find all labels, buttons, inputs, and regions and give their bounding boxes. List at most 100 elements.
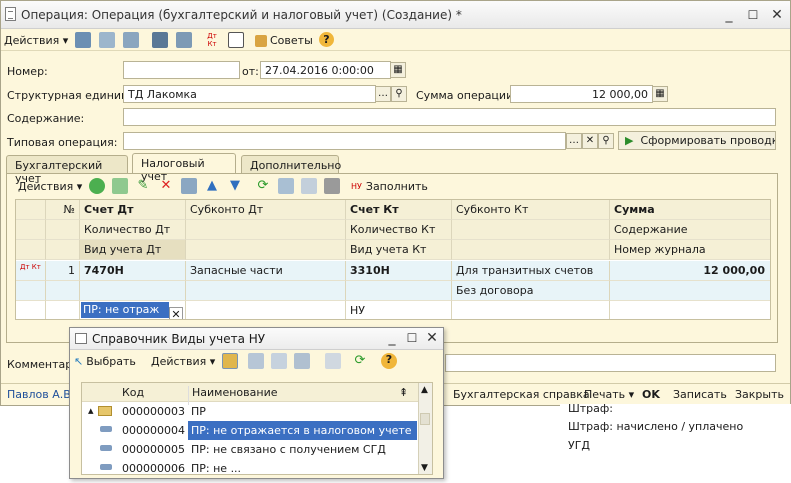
tab-tax[interactable]: Налоговый учет [132,153,236,183]
cell-sub-kt-2[interactable]: Без договора [452,281,610,301]
dialog-actions-menu[interactable]: Действия ▾ [151,353,215,370]
cell-qty-kt[interactable] [346,281,452,301]
help-icon[interactable]: ? [381,353,397,369]
cell-sum[interactable]: 12 000,00 [610,261,770,281]
col-sub-dt-header: Субконто Дт [186,200,346,220]
date-field[interactable]: 27.04.2016 0:00:00 [260,61,391,79]
cell-acc-dt[interactable]: 7470Н [80,261,186,281]
cell-empty [186,281,346,301]
cell-empty [452,301,610,319]
refresh-icon[interactable]: ⟳ [352,353,368,369]
fill-button[interactable]: НУ Заполнить [351,178,428,195]
tab-accounting[interactable]: Бухгалтерский учет [6,155,128,185]
list-item[interactable]: ▴ 000000003 ПР [82,402,419,421]
structure-icon[interactable] [176,32,192,48]
minimize-button[interactable]: _ [721,7,737,23]
fill-label: Заполнить [365,180,428,193]
entries-grid[interactable]: № Счет Дт Субконто Дт Счет Кт Субконто К… [15,199,771,320]
copy-icon[interactable] [123,32,139,48]
edit-icon[interactable]: ✎ [135,178,151,194]
unpost-icon[interactable] [99,32,115,48]
cell-vid-kt[interactable]: НУ [346,301,452,319]
cell-journal[interactable] [610,301,770,319]
delete-icon[interactable]: ✕ [158,178,174,194]
select-button[interactable]: … [566,133,582,149]
grid-actions-menu[interactable]: Действия ▾ [18,178,82,195]
tips-button[interactable]: Советы [255,32,313,49]
comment-field[interactable] [445,354,776,372]
report-icon[interactable] [228,32,244,48]
content-field[interactable] [123,108,776,126]
list-icon[interactable] [152,32,168,48]
dialog-list[interactable]: Код Наименование ⇞ ▴ 000000003 ПР 000000… [81,382,433,475]
filter-icon[interactable] [301,178,317,194]
generate-entries-button[interactable]: ▶ Сформировать проводки [618,131,776,150]
cell-sub-dt[interactable]: Запасные части [186,261,346,281]
scroll-down-icon[interactable]: ▼ [421,463,428,473]
add-row-icon[interactable] [89,178,105,194]
search-icon[interactable]: ⚲ [598,133,614,149]
save-button[interactable]: Записать [673,388,727,401]
row-number[interactable]: 1 [46,261,80,281]
print-menu[interactable]: Печать ▾ [584,388,634,401]
clear-filter-icon[interactable] [325,353,341,369]
cell-empty [16,301,46,319]
clear-icon[interactable]: ✕ [582,133,598,149]
table-icon [75,333,87,344]
sum-field[interactable]: 12 000,00 [510,85,653,103]
close-button[interactable]: ✕ [769,7,785,23]
scroll-thumb[interactable] [420,413,430,425]
close-form-button[interactable]: Закрыть [735,388,784,401]
select-button[interactable]: ↖ Выбрать [74,353,136,370]
filter-icon[interactable] [271,353,287,369]
cell-content[interactable] [610,281,770,301]
search-icon[interactable]: ⚲ [391,86,407,102]
filter-list-icon[interactable] [294,353,310,369]
cell-acc-kt[interactable]: 3310Н [346,261,452,281]
dt-kt-icon[interactable]: Дт Кт [204,32,220,48]
hierarchy-icon[interactable] [222,353,238,369]
author-link[interactable]: Павлов А.В. [7,388,74,401]
item-code: 000000005 [122,443,185,456]
sort-asc-icon: ⇞ [399,386,409,399]
number-field[interactable] [123,61,240,79]
end-edit-icon[interactable] [181,178,197,194]
select-button[interactable]: … [375,86,391,102]
calculator-icon[interactable]: ▦ [652,86,668,102]
print-icon[interactable] [324,178,340,194]
list-item[interactable]: 000000004 ПР: не отражается в налоговом … [82,421,419,440]
col-acc-kt-header: Счет Кт [346,200,452,220]
cell-vid-dt[interactable]: ПР: не отраж ✕ [80,301,186,319]
help-icon[interactable]: ? [319,32,334,47]
item-name: ПР [191,405,206,418]
tab-additional[interactable]: Дополнительно [241,155,341,174]
col-empty [452,240,610,260]
sort-icon[interactable] [248,353,264,369]
typical-operation-field[interactable] [123,132,566,150]
move-up-icon[interactable]: ▲ [204,178,220,194]
cell-qty-dt[interactable] [80,281,186,301]
list-item[interactable]: 000000005 ПР: не связано с получением СГ… [82,440,419,459]
cell-sub-kt[interactable]: Для транзитных счетов [452,261,610,281]
clear-icon[interactable]: ✕ [169,307,183,319]
minimize-button[interactable]: _ [384,330,400,346]
ok-button[interactable]: OK [642,388,660,401]
list-item[interactable]: 000000006 ПР: не ... [82,459,419,474]
sort-icon[interactable] [278,178,294,194]
tips-label: Советы [270,34,313,47]
maximize-button[interactable]: ☐ [404,330,420,346]
accounting-certificate-button[interactable]: Бухгалтерская справка [453,388,590,401]
close-button[interactable]: ✕ [424,330,440,346]
scroll-up-icon[interactable]: ▲ [421,385,428,395]
copy-row-icon[interactable] [112,178,128,194]
maximize-button[interactable]: ☐ [745,7,761,23]
move-down-icon[interactable]: ▼ [227,178,243,194]
calendar-icon[interactable]: ▦ [390,62,406,78]
actions-menu[interactable]: Действия ▾ [4,32,68,49]
bg-item: Штраф: [568,402,614,415]
post-icon[interactable] [75,32,91,48]
unit-field[interactable]: ТД Лакомка [123,85,376,103]
scrollbar[interactable]: ▲ ▼ [418,383,432,474]
vid-dt-edit[interactable]: ПР: не отраж [81,302,169,318]
refresh-icon[interactable]: ⟳ [255,178,271,194]
